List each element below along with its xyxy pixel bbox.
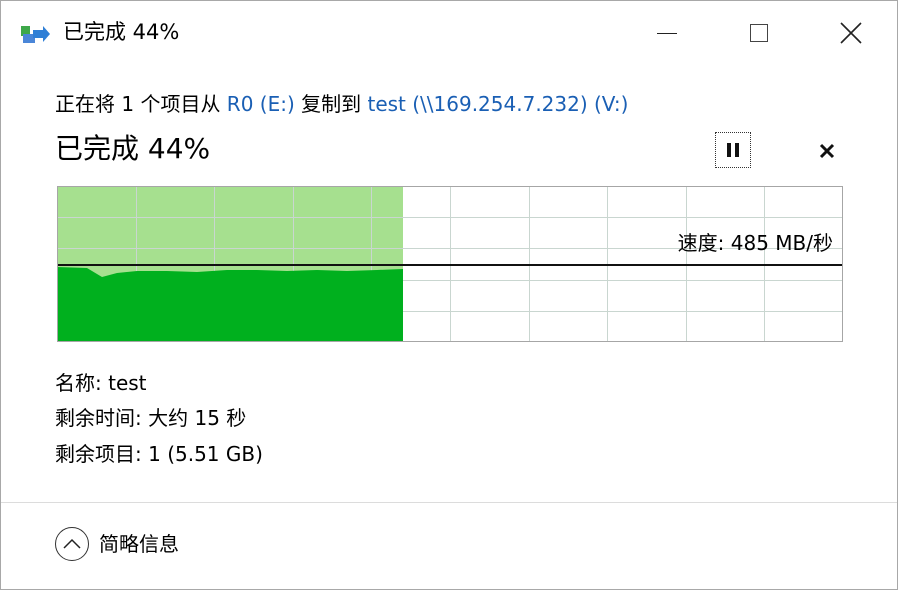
footer-divider [1, 502, 897, 503]
items-label: 剩余项目: [55, 442, 142, 466]
minimize-button[interactable] [621, 1, 713, 63]
time-value: 大约 15 秒 [148, 406, 247, 430]
time-label: 剩余时间: [55, 406, 142, 430]
close-icon [840, 22, 862, 44]
copy-progress-dialog: 已完成 44% 正在将 1 个项目从 R0 (E:) 复制到 test (\\1… [0, 0, 898, 590]
maximize-icon [750, 24, 768, 42]
cancel-button[interactable] [807, 135, 847, 167]
close-icon [819, 143, 835, 159]
window-title: 已完成 44% [63, 20, 180, 44]
speed-label: 速度: 485 MB/秒 [677, 231, 833, 255]
maximize-button[interactable] [713, 1, 805, 63]
copy-middle-text: 复制到 [294, 92, 368, 116]
items-remaining: 剩余项目: 1 (5.51 GB) [55, 440, 263, 468]
fewer-details-label: 简略信息 [99, 532, 179, 556]
name-label: 名称: [55, 371, 102, 395]
items-value: 1 (5.51 GB) [148, 442, 263, 466]
copy-arrow-icon [21, 26, 50, 43]
source-link[interactable]: R0 (E:) [227, 92, 295, 116]
speed-graph: 速度: 485 MB/秒 [57, 186, 843, 342]
copy-prefix-text: 正在将 1 个项目从 [55, 92, 227, 116]
fewer-details-toggle[interactable]: 简略信息 [55, 527, 179, 561]
speed-history-area [57, 267, 403, 342]
minimize-icon [657, 32, 677, 34]
destination-link[interactable]: test (\\169.254.7.232) (V:) [367, 92, 628, 116]
time-remaining: 剩余时间: 大约 15 秒 [55, 404, 246, 432]
title-bar[interactable]: 已完成 44% [1, 1, 897, 63]
progress-title: 已完成 44% [55, 132, 211, 165]
window-close-button[interactable] [805, 1, 897, 63]
name-value: test [108, 371, 147, 395]
pause-icon [727, 143, 739, 157]
copy-description: 正在将 1 个项目从 R0 (E:) 复制到 test (\\169.254.7… [55, 89, 628, 119]
chevron-up-icon [55, 527, 89, 561]
pause-button[interactable] [715, 132, 751, 168]
speed-graph-svg [57, 186, 843, 342]
item-name: 名称: test [55, 369, 147, 397]
